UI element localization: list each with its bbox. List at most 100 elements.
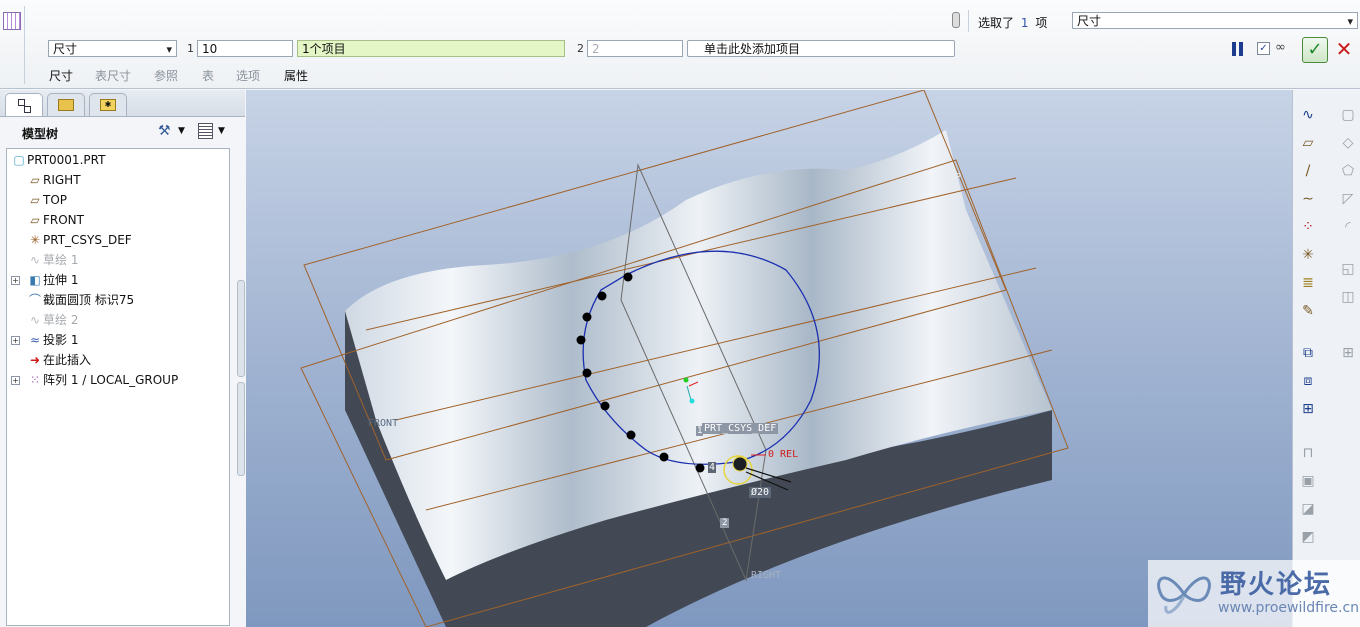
datum-label-right: RIGHT <box>751 570 782 581</box>
datum-plane-tool-icon[interactable]: ▱ <box>1297 132 1319 154</box>
tab-table-dimension[interactable]: 表尺寸 <box>95 67 131 84</box>
datum-display-icon[interactable]: ∿ <box>1297 104 1319 126</box>
expand-toggle[interactable]: + <box>11 276 20 285</box>
datum-plane-icon: ▱ <box>30 173 40 187</box>
draft-tool-icon[interactable]: ◸ <box>1337 188 1359 210</box>
graphics-viewport[interactable]: TOP FRONT RIGHT PRT_CSYS_DEF 0 REL Ø20 4… <box>246 90 1292 627</box>
ref1-increment-input[interactable]: 10 <box>197 40 293 57</box>
shell-tool-icon[interactable]: ◇ <box>1337 132 1359 154</box>
datum-axis-tool-icon[interactable]: / <box>1297 160 1319 182</box>
insert-here-arrow-icon: ➜ <box>29 353 41 367</box>
copy-tool-icon[interactable]: ⧉ <box>1297 342 1319 364</box>
datum-label-top: TOP <box>943 172 962 183</box>
csys-tool-icon[interactable]: ✳ <box>1297 244 1319 266</box>
offset-tool-icon[interactable]: ▣ <box>1297 470 1319 492</box>
confirm-button[interactable]: ✓ <box>1302 37 1328 63</box>
dim-label-rel: 0 REL <box>768 449 799 460</box>
tree-item-sketch2[interactable]: ∿ 草绘 2 <box>27 310 78 330</box>
cancel-button[interactable]: ✕ <box>1333 38 1355 60</box>
pattern-tool-icon[interactable]: ◫ <box>1337 286 1359 308</box>
glasses-preview-icon[interactable]: ∞ <box>1275 40 1286 55</box>
solidify-tool-icon[interactable]: ◩ <box>1297 526 1319 548</box>
round-tool-icon[interactable]: ◜ <box>1337 216 1359 238</box>
trim-tool-icon[interactable]: ⊓ <box>1297 442 1319 464</box>
ref2-collector[interactable]: 单击此处添加项目 <box>687 40 955 57</box>
pattern-dashboard-icon <box>3 12 21 30</box>
tools-icon: ⚒ <box>158 123 171 139</box>
chevron-down-icon: ▼ <box>178 126 185 136</box>
section-dome-icon: ⌒ <box>28 293 41 307</box>
dim-label-four: 4 <box>708 462 717 473</box>
dashboard: 尺寸 1 10 1个项目 2 2 单击此处添加项目 选取了 1 项 尺寸 ✓ ∞… <box>0 0 1360 89</box>
tree-settings-button[interactable]: ⚒ ▼ <box>158 123 188 141</box>
panel-splitter[interactable] <box>237 280 245 476</box>
pause-button[interactable] <box>1232 42 1244 56</box>
tree-item-pattern1[interactable]: + ⁙ 阵列 1 / LOCAL_GROUP <box>7 370 178 390</box>
datum-label-front: FRONT <box>368 418 399 429</box>
sketch-icon: ∿ <box>29 253 41 267</box>
watermark-url: www.proewildfire.cn <box>1218 600 1360 616</box>
tab-tables[interactable]: 表 <box>202 67 214 84</box>
ref2-increment-input[interactable]: 2 <box>587 40 683 57</box>
thermometer-icon <box>952 12 960 28</box>
csys-icon: ✳ <box>29 233 41 247</box>
favorites-folder-icon: ✱ <box>100 99 116 111</box>
pattern-grid-icon[interactable]: ⊞ <box>1337 342 1359 364</box>
dim-label-small2: 2 <box>720 518 730 528</box>
selection-filter-select[interactable]: 尺寸 <box>1072 12 1358 29</box>
curve-point <box>600 401 610 411</box>
mirror-tool-icon[interactable]: ⧈ <box>1297 370 1319 392</box>
butterfly-logo-icon <box>1157 576 1211 614</box>
chamfer-tool-icon[interactable]: ◱ <box>1337 258 1359 280</box>
tree-item-right[interactable]: ▱ RIGHT <box>27 170 80 190</box>
ref1-collector[interactable]: 1个项目 <box>297 40 565 57</box>
extrude-icon: ◧ <box>29 273 41 287</box>
curve-point <box>626 430 636 440</box>
tree-item-projection1[interactable]: + ≈ 投影 1 <box>7 330 78 350</box>
tab-favorites[interactable]: ✱ <box>89 93 127 116</box>
tree-item-extrude1[interactable]: + ◧ 拉伸 1 <box>7 270 78 290</box>
curve-point <box>582 368 592 378</box>
rib-tool-icon[interactable]: ⬠ <box>1337 160 1359 182</box>
merge-tool-icon[interactable]: ⊞ <box>1297 398 1319 420</box>
expand-toggle[interactable]: + <box>11 336 20 345</box>
model-tree: ▢ PRT0001.PRT ▱ RIGHT ▱ TOP ▱ FRONT ✳ PRT_CSY… <box>6 148 230 626</box>
tab-references[interactable]: 参照 <box>154 67 178 84</box>
tree-item-sketch1[interactable]: ∿ 草绘 1 <box>27 250 78 270</box>
tree-item-section-dome[interactable]: ⌒ 截面圆顶 标识75 <box>27 290 134 310</box>
tree-item-part[interactable]: ▢ PRT0001.PRT <box>11 150 105 170</box>
pattern-instance <box>732 456 748 472</box>
sketch-icon: ∿ <box>29 313 41 327</box>
selected-prefix: 选取了 <box>978 16 1015 30</box>
tab-properties[interactable]: 属性 <box>284 67 308 84</box>
selected-count: 1 <box>1020 16 1029 30</box>
tree-item-front[interactable]: ▱ FRONT <box>27 210 84 230</box>
tab-options[interactable]: 选项 <box>236 67 260 84</box>
tree-item-csys[interactable]: ✳ PRT_CSYS_DEF <box>27 230 132 250</box>
curve-point <box>597 291 607 301</box>
datum-curve-tool-icon[interactable]: ∼ <box>1297 188 1319 210</box>
thicken-tool-icon[interactable]: ◪ <box>1297 498 1319 520</box>
sketch-tool-icon[interactable]: ✎ <box>1297 300 1319 322</box>
curve-point <box>659 452 669 462</box>
datum-point-tool-icon[interactable]: ⁘ <box>1297 216 1319 238</box>
expand-toggle[interactable]: + <box>11 376 20 385</box>
curve-point <box>623 272 633 282</box>
preview-checkbox[interactable]: ✓ <box>1257 42 1270 55</box>
model-tree-header: 模型树 ⚒ ▼ ▼ <box>0 117 245 147</box>
tab-folder-browser[interactable] <box>47 93 85 116</box>
curve-point <box>576 335 586 345</box>
tree-show-button[interactable]: ▼ <box>198 123 228 141</box>
tree-item-top[interactable]: ▱ TOP <box>27 190 67 210</box>
tab-dimension[interactable]: 尺寸 <box>49 67 73 84</box>
tree-item-insert-here[interactable]: ➜ 在此插入 <box>27 350 91 370</box>
dimension-type-select[interactable]: 尺寸 <box>48 40 177 57</box>
navigator-tabs: ✱ <box>0 90 245 117</box>
analysis-tool-icon[interactable]: ≣ <box>1297 272 1319 294</box>
chevron-down-icon: ▼ <box>218 126 225 136</box>
hole-tool-icon[interactable]: ▢ <box>1337 104 1359 126</box>
tab-model-tree[interactable] <box>5 93 43 116</box>
pattern-icon: ⁙ <box>29 373 41 387</box>
list-icon <box>198 123 213 139</box>
curve-point <box>695 463 705 473</box>
